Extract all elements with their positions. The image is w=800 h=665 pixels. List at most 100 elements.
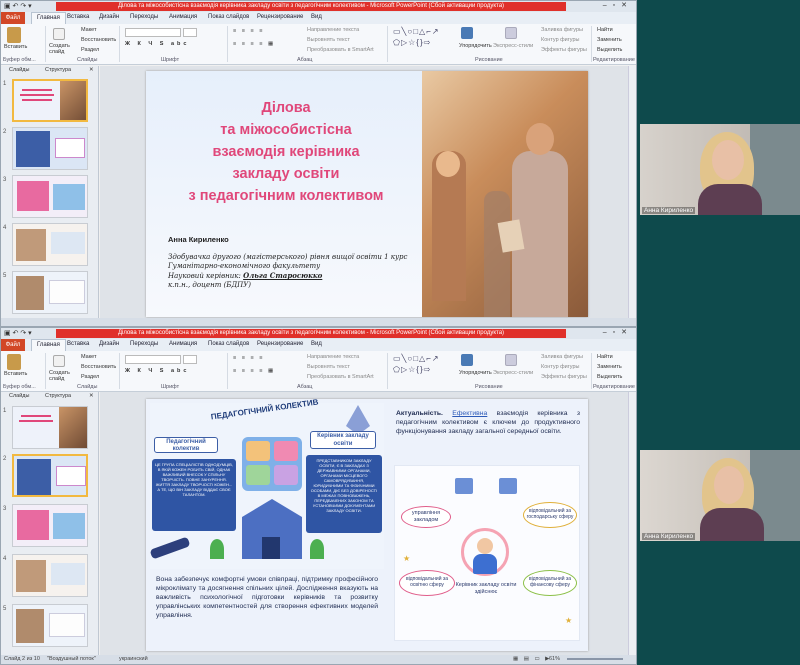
slide-thumbnail-1[interactable]: [12, 406, 88, 449]
tab-home[interactable]: Главная: [31, 339, 66, 351]
vertical-scrollbar[interactable]: [628, 392, 636, 656]
shape-effects-button[interactable]: Эффекты фигуры: [541, 47, 587, 53]
select-button[interactable]: Выделить: [597, 47, 622, 53]
tab-home[interactable]: Главная: [31, 12, 66, 24]
slide-thumbnail-5[interactable]: [12, 604, 88, 647]
close-pane-icon[interactable]: ✕: [89, 67, 94, 73]
slide-thumbnail-4[interactable]: [12, 554, 88, 597]
paste-button[interactable]: Вставить: [4, 44, 27, 50]
tab-view[interactable]: Вид: [311, 341, 322, 347]
tab-review[interactable]: Рецензирование: [257, 341, 303, 347]
tab-slides[interactable]: Слайды: [9, 393, 29, 399]
slide-thumbnail-3[interactable]: [12, 175, 88, 218]
slide-thumbnail-1[interactable]: [12, 79, 88, 122]
tab-review[interactable]: Рецензирование: [257, 14, 303, 20]
tab-animation[interactable]: Анимация: [169, 14, 197, 20]
layout-button[interactable]: Макет: [81, 27, 97, 33]
section-button[interactable]: Раздел: [81, 374, 99, 380]
slide-thumbnail-3[interactable]: [12, 504, 88, 547]
text-direction-button[interactable]: Направление текста: [307, 354, 359, 360]
replace-button[interactable]: Заменить: [597, 37, 622, 43]
arrange-button[interactable]: Упорядочить: [459, 370, 492, 376]
tab-insert[interactable]: Вставка: [67, 14, 89, 20]
font-format-buttons[interactable]: Ж К Ч S abc: [125, 368, 189, 374]
shapes-gallery-row2[interactable]: ⬠▷☆{}⇨: [393, 365, 431, 374]
find-button[interactable]: Найти: [597, 27, 613, 33]
shape-outline-button[interactable]: Контур фигуры: [541, 364, 579, 370]
tab-view[interactable]: Вид: [311, 14, 322, 20]
close-pane-icon[interactable]: ✕: [89, 393, 94, 399]
tab-insert[interactable]: Вставка: [67, 341, 89, 347]
shape-outline-button[interactable]: Контур фигуры: [541, 37, 579, 43]
tab-slideshow[interactable]: Показ слайдов: [208, 14, 249, 20]
tab-design[interactable]: Дизайн: [99, 14, 119, 20]
view-buttons[interactable]: ▦ ▤ ▭ ▶: [513, 656, 551, 662]
quick-access-toolbar[interactable]: ▣ ↶ ↷ ▾: [4, 329, 32, 337]
align-buttons[interactable]: ≡ ≡ ≡ ≡ ▦: [233, 368, 275, 374]
quick-styles-button[interactable]: Экспресс-стили: [493, 43, 533, 49]
tab-outline[interactable]: Структура: [45, 67, 71, 73]
paragraph-buttons[interactable]: ≡ ≡ ≡ ≡: [233, 28, 264, 34]
tab-file[interactable]: Файл: [1, 339, 25, 351]
section-button[interactable]: Раздел: [81, 47, 99, 53]
slide-2[interactable]: ПЕДАГОГІЧНИЙ КОЛЕКТИВ Педагогічний колек…: [146, 399, 588, 651]
new-slide-icon[interactable]: [53, 28, 65, 40]
tab-outline[interactable]: Структура: [45, 393, 71, 399]
smartart-button[interactable]: Преобразовать в SmartArt: [307, 374, 374, 380]
align-buttons[interactable]: ≡ ≡ ≡ ≡ ▦: [233, 41, 275, 47]
arrange-icon[interactable]: [461, 27, 473, 39]
slide-1[interactable]: Ділова та міжособистісна взаємодія керів…: [146, 71, 588, 317]
quick-access-toolbar[interactable]: ▣ ↶ ↷ ▾: [4, 2, 32, 10]
slide-thumbnail-2[interactable]: [12, 454, 88, 497]
find-button[interactable]: Найти: [597, 354, 613, 360]
effective-link[interactable]: Ефективна: [452, 410, 487, 417]
align-text-button[interactable]: Выровнять текст: [307, 364, 350, 370]
zoom-level[interactable]: 61%: [549, 656, 560, 662]
paste-icon[interactable]: [7, 27, 21, 43]
align-text-button[interactable]: Выровнять текст: [307, 37, 350, 43]
text-direction-button[interactable]: Направление текста: [307, 27, 359, 33]
tab-animation[interactable]: Анимация: [169, 341, 197, 347]
paste-button[interactable]: Вставить: [4, 371, 27, 377]
shapes-gallery-row2[interactable]: ⬠▷☆{}⇨: [393, 38, 431, 47]
new-slide-button[interactable]: Создать слайд: [49, 370, 75, 382]
tab-transitions[interactable]: Переходы: [130, 14, 158, 20]
replace-button[interactable]: Заменить: [597, 364, 622, 370]
arrange-button[interactable]: Упорядочить: [459, 43, 492, 49]
slide-thumbnail-2[interactable]: [12, 127, 88, 170]
font-format-buttons[interactable]: Ж К Ч S abc: [125, 41, 189, 47]
shapes-gallery[interactable]: ▭╲○□△⌐↗: [393, 354, 440, 363]
tab-file[interactable]: Файл: [1, 12, 25, 24]
shape-effects-button[interactable]: Эффекты фигуры: [541, 374, 587, 380]
layout-button[interactable]: Макет: [81, 354, 97, 360]
tab-slideshow[interactable]: Показ слайдов: [208, 341, 249, 347]
tab-transitions[interactable]: Переходы: [130, 341, 158, 347]
font-size-box[interactable]: [183, 355, 197, 364]
quick-styles-icon[interactable]: [505, 354, 517, 366]
tab-slides[interactable]: Слайды: [9, 67, 29, 73]
reset-button[interactable]: Восстановить: [81, 37, 116, 43]
video-tile-participant[interactable]: Анна Кириленко: [640, 124, 800, 215]
paste-icon[interactable]: [7, 354, 21, 370]
font-name-box[interactable]: [125, 28, 181, 37]
smartart-button[interactable]: Преобразовать в SmartArt: [307, 47, 374, 53]
select-button[interactable]: Выделить: [597, 374, 622, 380]
video-tile-participant[interactable]: Анна Кириленко: [640, 450, 800, 541]
quick-styles-icon[interactable]: [505, 27, 517, 39]
language[interactable]: украинский: [119, 656, 148, 662]
font-name-box[interactable]: [125, 355, 181, 364]
slide-thumbnail-4[interactable]: [12, 223, 88, 266]
reset-button[interactable]: Восстановить: [81, 364, 116, 370]
zoom-slider[interactable]: [567, 658, 623, 660]
shape-fill-button[interactable]: Заливка фигуры: [541, 354, 583, 360]
paragraph-buttons[interactable]: ≡ ≡ ≡ ≡: [233, 355, 264, 361]
quick-styles-button[interactable]: Экспресс-стили: [493, 370, 533, 376]
shapes-gallery[interactable]: ▭╲○□△⌐↗: [393, 27, 440, 36]
shape-fill-button[interactable]: Заливка фигуры: [541, 27, 583, 33]
arrange-icon[interactable]: [461, 354, 473, 366]
new-slide-icon[interactable]: [53, 355, 65, 367]
vertical-scrollbar[interactable]: [628, 66, 636, 320]
font-size-box[interactable]: [183, 28, 197, 37]
window-controls[interactable]: –▫✕: [603, 1, 633, 9]
slide-thumbnail-5[interactable]: [12, 271, 88, 314]
